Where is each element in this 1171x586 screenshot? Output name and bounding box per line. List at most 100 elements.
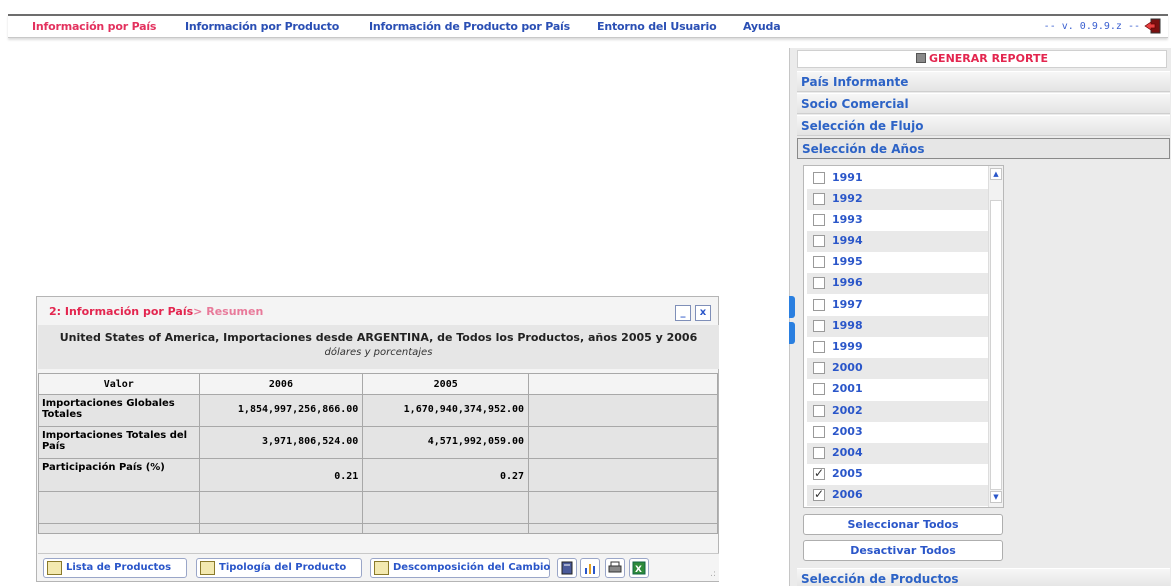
year-label: 1991 xyxy=(832,171,863,184)
change-decomposition-button[interactable]: Descomposición del Cambio xyxy=(370,558,550,578)
year-checkbox[interactable] xyxy=(813,299,825,311)
cell-empty xyxy=(528,523,718,534)
report-heading: United States of America, Importaciones … xyxy=(38,325,719,369)
panel-collapse-tab[interactable] xyxy=(789,296,795,318)
year-item[interactable]: 1999 xyxy=(807,337,989,358)
year-label: 2004 xyxy=(832,446,863,459)
year-checkbox[interactable] xyxy=(813,214,825,226)
year-checkbox[interactable] xyxy=(813,172,825,184)
section-socio-comercial[interactable]: Socio Comercial xyxy=(797,93,1170,114)
product-list-label: Lista de Productos xyxy=(66,562,172,573)
cell-empty xyxy=(528,426,718,459)
notebook-icon xyxy=(561,561,573,575)
year-checkbox[interactable] xyxy=(813,426,825,438)
year-checkbox[interactable] xyxy=(813,383,825,395)
scroll-thumb[interactable] xyxy=(990,200,1002,490)
window-title: 2: Información por País> Resumen xyxy=(49,305,263,318)
excel-export-button[interactable]: X xyxy=(629,558,649,578)
year-item[interactable]: 2006 xyxy=(807,485,989,506)
year-label: 1992 xyxy=(832,192,863,205)
year-checkbox[interactable] xyxy=(813,341,825,353)
year-item[interactable]: 1998 xyxy=(807,316,989,337)
print-button[interactable] xyxy=(605,558,625,578)
year-item[interactable]: 1992 xyxy=(807,189,989,210)
section-pais-informante[interactable]: País Informante xyxy=(797,71,1170,92)
bar-chart-icon xyxy=(585,564,595,574)
year-list-scrollbar[interactable]: ▲ ▼ xyxy=(988,166,1003,507)
report-window: 2: Información por País> Resumen _ x Uni… xyxy=(36,296,719,582)
table-row xyxy=(38,523,718,534)
year-list: 1991 1992 1993 1994 1995 1996 1997 1998 … xyxy=(803,165,1004,508)
window-title-text: 2: Información por País xyxy=(49,305,194,318)
year-checkbox[interactable] xyxy=(813,235,825,247)
resize-grip-icon[interactable]: .: xyxy=(710,569,716,579)
year-label: 2002 xyxy=(832,404,863,417)
product-list-button[interactable]: Lista de Productos xyxy=(43,558,187,578)
year-item[interactable]: 1994 xyxy=(807,231,989,252)
year-checkbox[interactable] xyxy=(813,447,825,459)
menu-item-producto-por-pais[interactable]: Información de Producto por País xyxy=(369,20,570,33)
generate-report-label: GENERAR REPORTE xyxy=(929,52,1048,65)
cell-empty xyxy=(528,491,718,524)
year-label: 2003 xyxy=(832,425,863,438)
cell-value: 1,854,997,256,866.00 xyxy=(198,394,364,427)
column-header: 2006 xyxy=(198,373,364,395)
year-label: 1998 xyxy=(832,319,863,332)
generate-report-button[interactable]: GENERAR REPORTE xyxy=(797,50,1167,68)
close-button[interactable]: x xyxy=(695,305,711,321)
year-item[interactable]: 1996 xyxy=(807,273,989,294)
year-item[interactable]: 2002 xyxy=(807,401,989,422)
svg-text:X: X xyxy=(635,565,642,575)
app-root: Información por País Información por Pro… xyxy=(0,0,1171,586)
menu-item-ayuda[interactable]: Ayuda xyxy=(743,20,781,33)
year-label: 1994 xyxy=(832,234,863,247)
version-label: -- v. 0.9.9.z -- xyxy=(1043,21,1140,32)
chart-button[interactable] xyxy=(580,558,600,578)
cell-empty xyxy=(198,523,364,534)
year-item[interactable]: 2003 xyxy=(807,422,989,443)
notebook-button[interactable] xyxy=(557,558,577,578)
printer-icon xyxy=(608,561,622,573)
year-item[interactable]: 1995 xyxy=(807,252,989,273)
panel-collapse-tab-2[interactable] xyxy=(789,322,795,344)
section-seleccion-flujo[interactable]: Selección de Flujo xyxy=(797,115,1170,136)
year-label: 1996 xyxy=(832,276,863,289)
year-checkbox[interactable] xyxy=(813,487,825,501)
year-item[interactable]: 2004 xyxy=(807,443,989,464)
scroll-down-icon[interactable]: ▼ xyxy=(990,491,1002,503)
year-item[interactable]: 2005 xyxy=(807,464,989,485)
scroll-up-icon[interactable]: ▲ xyxy=(990,168,1002,180)
table-icon xyxy=(374,561,389,575)
year-checkbox[interactable] xyxy=(813,320,825,332)
table-row: Importaciones Globales Totales 1,854,997… xyxy=(38,394,718,427)
year-checkbox[interactable] xyxy=(813,362,825,374)
year-checkbox[interactable] xyxy=(813,256,825,268)
year-item[interactable]: 2001 xyxy=(807,379,989,400)
year-item[interactable]: 1993 xyxy=(807,210,989,231)
section-seleccion-productos[interactable]: Selección de Productos xyxy=(797,568,1170,586)
year-checkbox[interactable] xyxy=(813,277,825,289)
report-subtitle: dólares y porcentajes xyxy=(324,347,433,358)
deselect-all-button[interactable]: Desactivar Todos xyxy=(803,540,1003,561)
menu-item-entorno-usuario[interactable]: Entorno del Usuario xyxy=(597,20,717,33)
select-all-button[interactable]: Seleccionar Todos xyxy=(803,514,1003,535)
year-checkbox[interactable] xyxy=(813,193,825,205)
row-label: Participación País (%) xyxy=(38,458,200,492)
year-item[interactable]: 1997 xyxy=(807,295,989,316)
product-typology-button[interactable]: Tipología del Producto xyxy=(196,558,362,578)
menu-item-info-por-pais[interactable]: Información por País xyxy=(32,20,156,33)
table-icon xyxy=(200,561,215,575)
year-item[interactable]: 2000 xyxy=(807,358,989,379)
exit-icon[interactable] xyxy=(1144,18,1162,34)
menu-item-info-por-producto[interactable]: Información por Producto xyxy=(185,20,339,33)
year-item[interactable]: 1991 xyxy=(807,168,989,189)
year-checkbox[interactable] xyxy=(813,405,825,417)
cell-empty xyxy=(198,491,364,524)
minimize-button[interactable]: _ xyxy=(675,305,691,321)
section-seleccion-anos[interactable]: Selección de Años xyxy=(797,138,1170,159)
top-menu-bar: Información por País Información por Pro… xyxy=(8,14,1168,38)
cell-empty xyxy=(38,491,200,524)
year-label: 2001 xyxy=(832,382,863,395)
year-checkbox[interactable] xyxy=(813,466,825,480)
report-title: United States of America, Importaciones … xyxy=(59,331,698,344)
